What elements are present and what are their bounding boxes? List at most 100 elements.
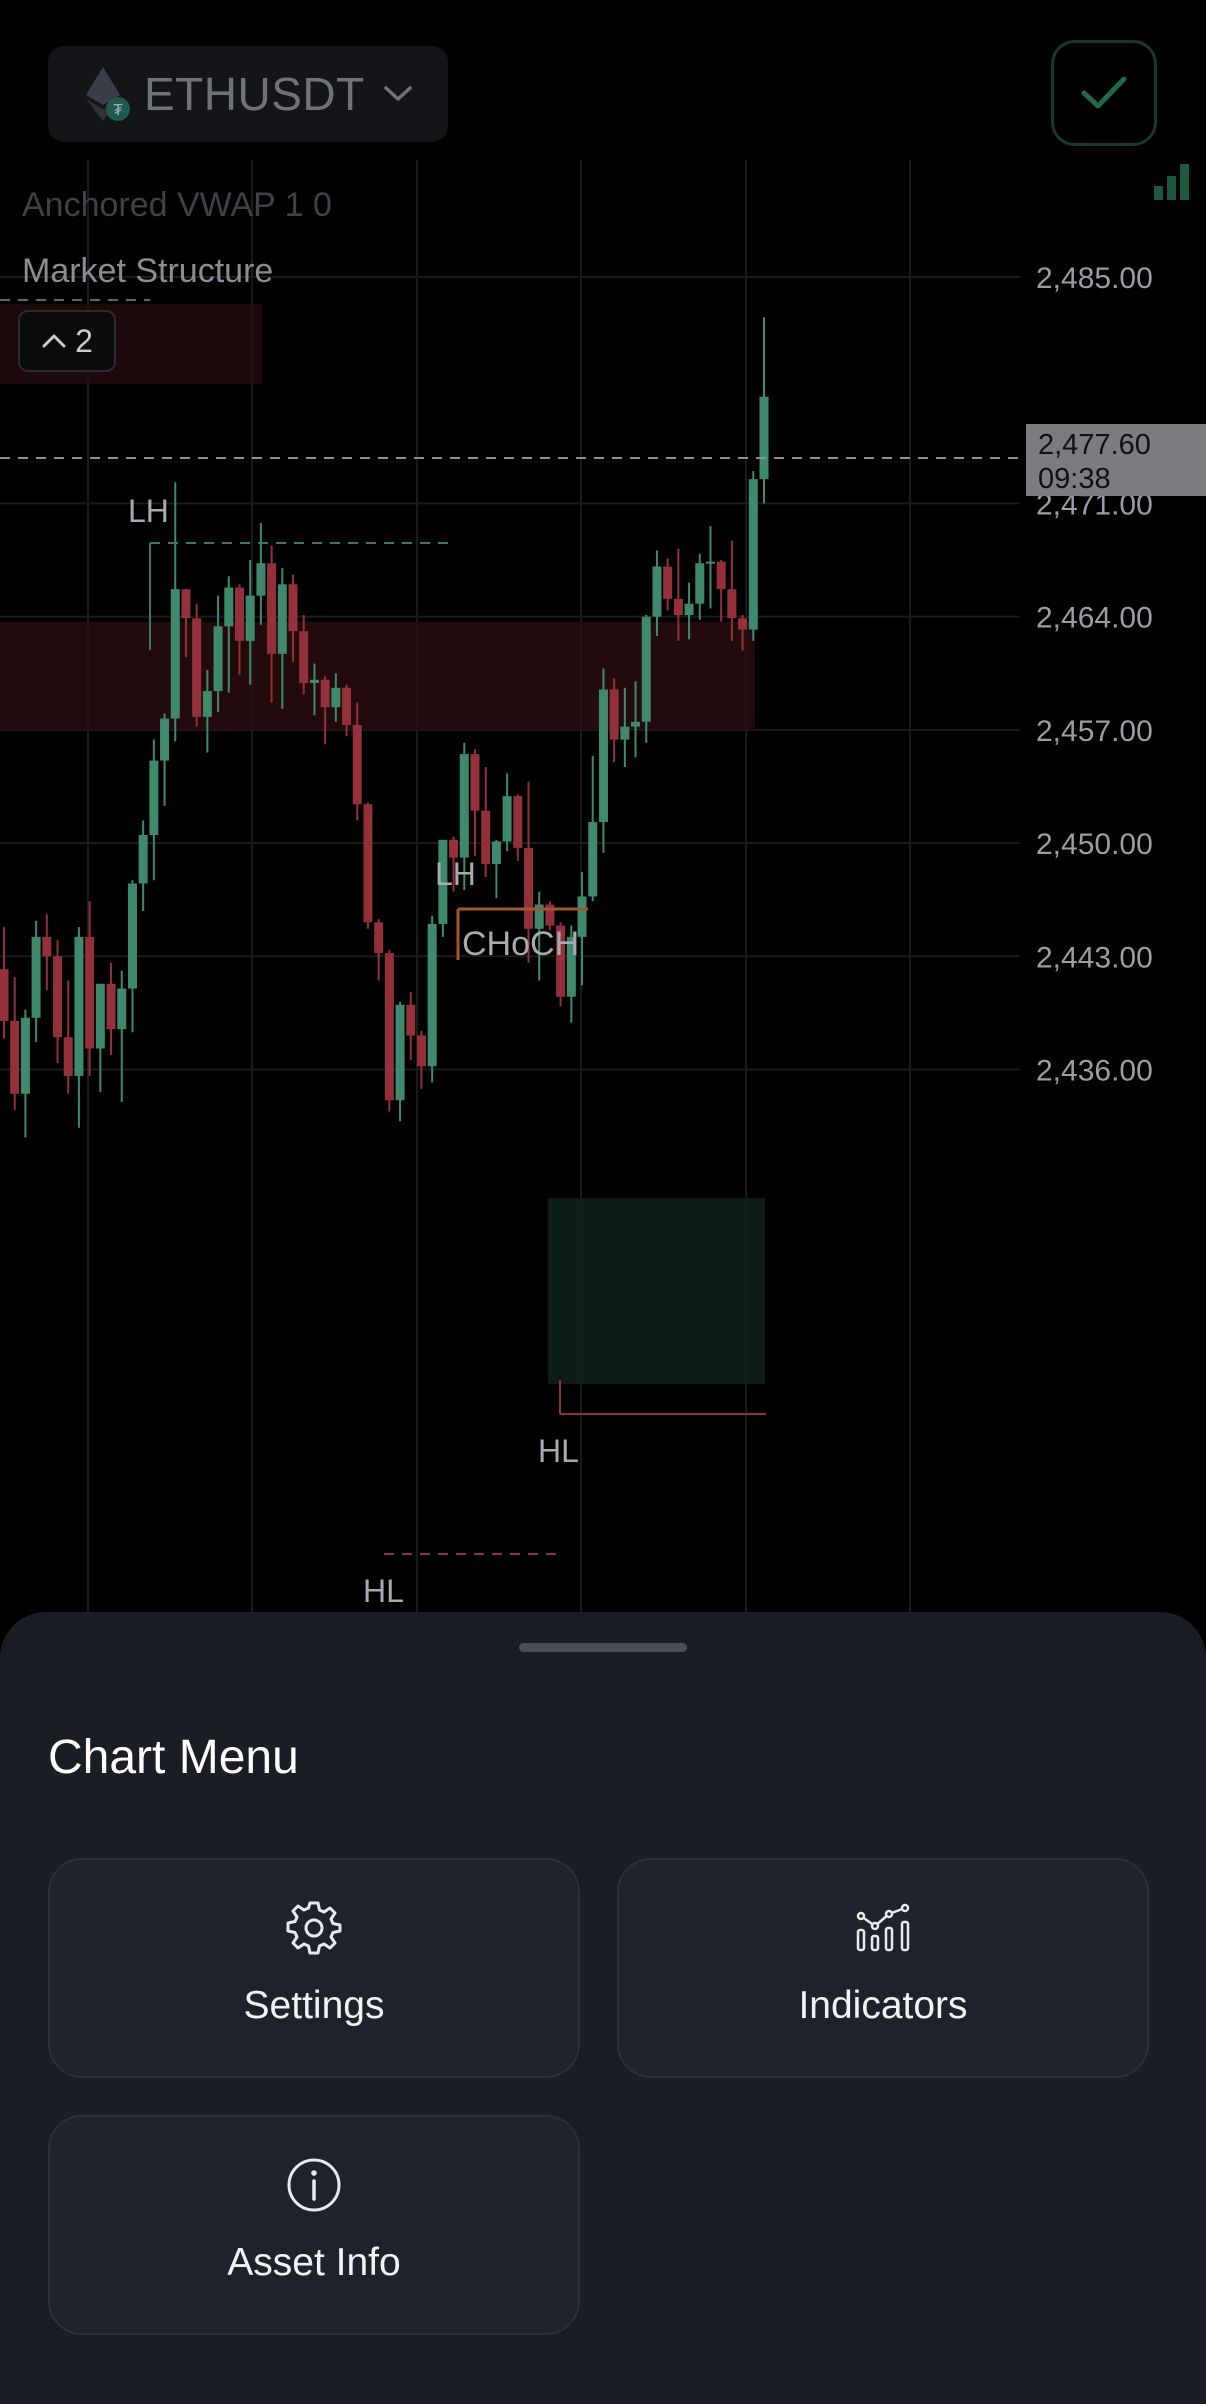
settings-label: Settings: [243, 1984, 385, 2027]
candle-body: [395, 1004, 405, 1101]
collapse-indicators-button[interactable]: 2: [18, 310, 116, 372]
candle-body: [384, 953, 394, 1101]
candle-body: [470, 754, 480, 811]
candle-body: [202, 691, 212, 717]
candle-body: [160, 718, 170, 761]
candle-body: [641, 616, 651, 722]
settings-button[interactable]: Settings: [48, 1858, 580, 2078]
confirm-button[interactable]: [1051, 40, 1157, 146]
price-axis-label: 2,443.00: [1036, 941, 1153, 974]
candle-body: [0, 969, 9, 1021]
candle-body: [31, 936, 41, 1018]
indicators-label: Indicators: [798, 1984, 968, 2027]
candle-body: [449, 839, 459, 858]
symbol-selector[interactable]: ₮ ETHUSDT: [48, 46, 448, 142]
info-icon: [287, 2158, 341, 2212]
candle-body: [609, 689, 619, 740]
last-price-countdown: 09:38: [1038, 463, 1111, 495]
candle-body: [459, 754, 469, 858]
ethereum-icon: ₮: [74, 65, 132, 123]
label-lh-2: LH: [435, 856, 476, 892]
candle-body: [213, 626, 223, 692]
candle-body: [245, 595, 255, 641]
candle-body: [192, 618, 202, 717]
chart-menu-sheet: Chart Menu Settings Indicators Asset Inf…: [0, 1612, 1206, 2404]
candle-body: [663, 566, 673, 599]
candle-body: [748, 479, 758, 630]
asset-info-button[interactable]: Asset Info: [48, 2115, 580, 2335]
candle-body: [299, 631, 309, 683]
candle-body: [74, 936, 84, 1076]
price-axis-label: 2,457.00: [1036, 715, 1153, 748]
candle-body: [705, 561, 715, 564]
candle-body: [85, 936, 95, 1049]
candle-body: [673, 598, 683, 616]
price-axis-label: 2,485.00: [1036, 262, 1153, 295]
signal-bars-icon: [1154, 164, 1189, 200]
candle-body: [588, 822, 598, 897]
asset-info-label: Asset Info: [227, 2241, 401, 2284]
sheet-drag-handle[interactable]: [519, 1643, 687, 1652]
collapsed-count: 2: [75, 322, 93, 359]
candle-body: [149, 760, 159, 835]
demand-zone: [548, 1198, 765, 1384]
candle-body: [491, 841, 501, 865]
price-axis-label: 2,450.00: [1036, 828, 1153, 861]
candle-body: [363, 804, 373, 923]
candle-body: [42, 936, 52, 957]
candle-body: [106, 983, 116, 1030]
label-choch: CHoCH: [462, 925, 579, 963]
candle-body: [320, 679, 330, 708]
label-hl-2: HL: [363, 1573, 404, 1609]
chevron-up-icon: [42, 334, 66, 348]
sheet-title: Chart Menu: [48, 1731, 299, 1784]
candle-body: [716, 561, 726, 590]
label-hl-1: HL: [538, 1433, 579, 1469]
label-lh-1: LH: [128, 493, 169, 529]
candle-body: [138, 834, 148, 884]
price-axis-label: 2,436.00: [1036, 1054, 1153, 1087]
svg-text:₮: ₮: [113, 102, 123, 119]
candle-body: [427, 923, 437, 1067]
candle-body: [309, 679, 319, 683]
candle-body: [127, 883, 137, 989]
candle-body: [331, 687, 341, 708]
candle-body: [374, 922, 384, 954]
indicators-button[interactable]: Indicators: [617, 1858, 1149, 2078]
check-icon: [1081, 76, 1127, 109]
candle-body: [288, 584, 298, 632]
indicators-icon: [856, 1903, 910, 1952]
candle-body: [256, 563, 266, 596]
symbol-label: ETHUSDT: [144, 68, 365, 120]
candle-body: [95, 983, 105, 1049]
candle-body: [277, 584, 287, 654]
candle-body: [620, 726, 630, 740]
candle-body: [234, 587, 244, 641]
last-price-badge: 2,477.60 09:38: [1026, 424, 1206, 496]
gear-icon: [286, 1901, 342, 1955]
candle-body: [20, 1017, 30, 1094]
candle-body: [63, 1037, 73, 1076]
candle-body: [695, 563, 705, 604]
candle-body: [481, 810, 491, 865]
indicator-market-structure-label[interactable]: Market Structure: [22, 252, 273, 291]
candle-body: [513, 796, 523, 848]
candle-body: [53, 956, 63, 1038]
candle-body: [406, 1004, 416, 1036]
candle-body: [598, 689, 608, 823]
candle-body: [267, 563, 277, 654]
last-price-value: 2,477.60: [1038, 429, 1151, 461]
candle-body: [181, 589, 191, 619]
candle-body: [631, 721, 641, 727]
candle-body: [524, 847, 534, 929]
candle-body: [759, 396, 769, 480]
candle-body: [342, 687, 352, 726]
indicator-vwap-label[interactable]: Anchored VWAP 1 0: [22, 186, 332, 225]
candle-body: [416, 1035, 426, 1067]
candle-body: [738, 618, 748, 630]
candle-body: [727, 589, 737, 619]
chevron-down-icon: [383, 86, 412, 101]
price-chart[interactable]: LH LH CHoCH HL HL 2,485.002,471.002,464.…: [0, 0, 1206, 1660]
supply-zone-mid: [0, 622, 755, 730]
candle-body: [117, 988, 127, 1030]
